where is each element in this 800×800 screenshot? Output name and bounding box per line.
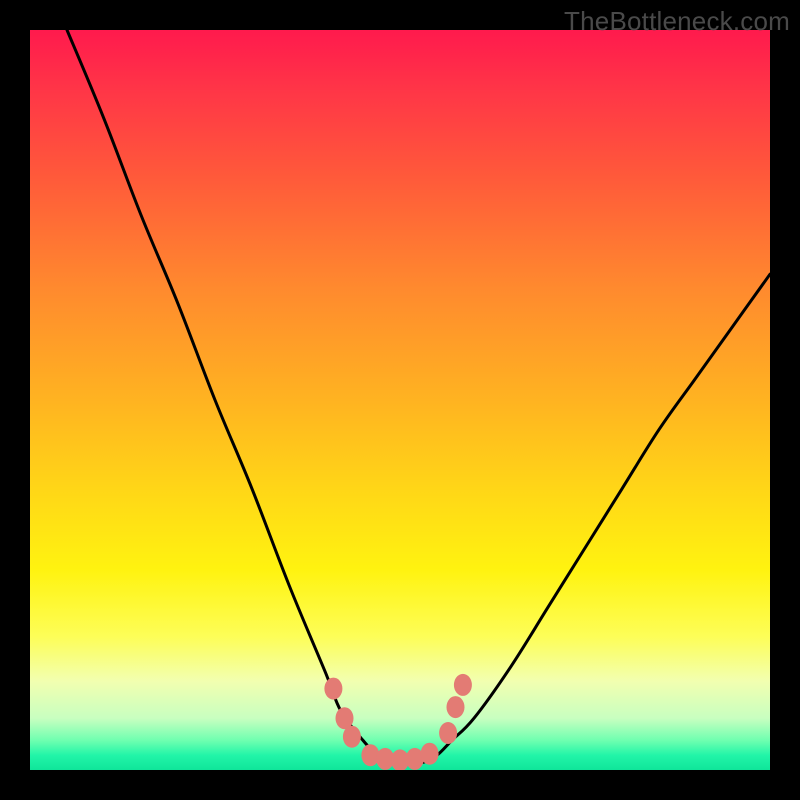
plot-area <box>30 30 770 770</box>
bottleneck-curve-svg <box>30 30 770 770</box>
curve-marker <box>454 674 472 696</box>
bottleneck-curve-path <box>67 30 770 763</box>
watermark-text: TheBottleneck.com <box>564 6 790 37</box>
curve-marker <box>361 744 379 766</box>
marker-group <box>324 674 472 770</box>
chart-frame: TheBottleneck.com <box>0 0 800 800</box>
curve-marker <box>421 743 439 765</box>
curve-marker <box>447 696 465 718</box>
curve-marker <box>343 726 361 748</box>
curve-marker <box>324 678 342 700</box>
curve-marker <box>439 722 457 744</box>
